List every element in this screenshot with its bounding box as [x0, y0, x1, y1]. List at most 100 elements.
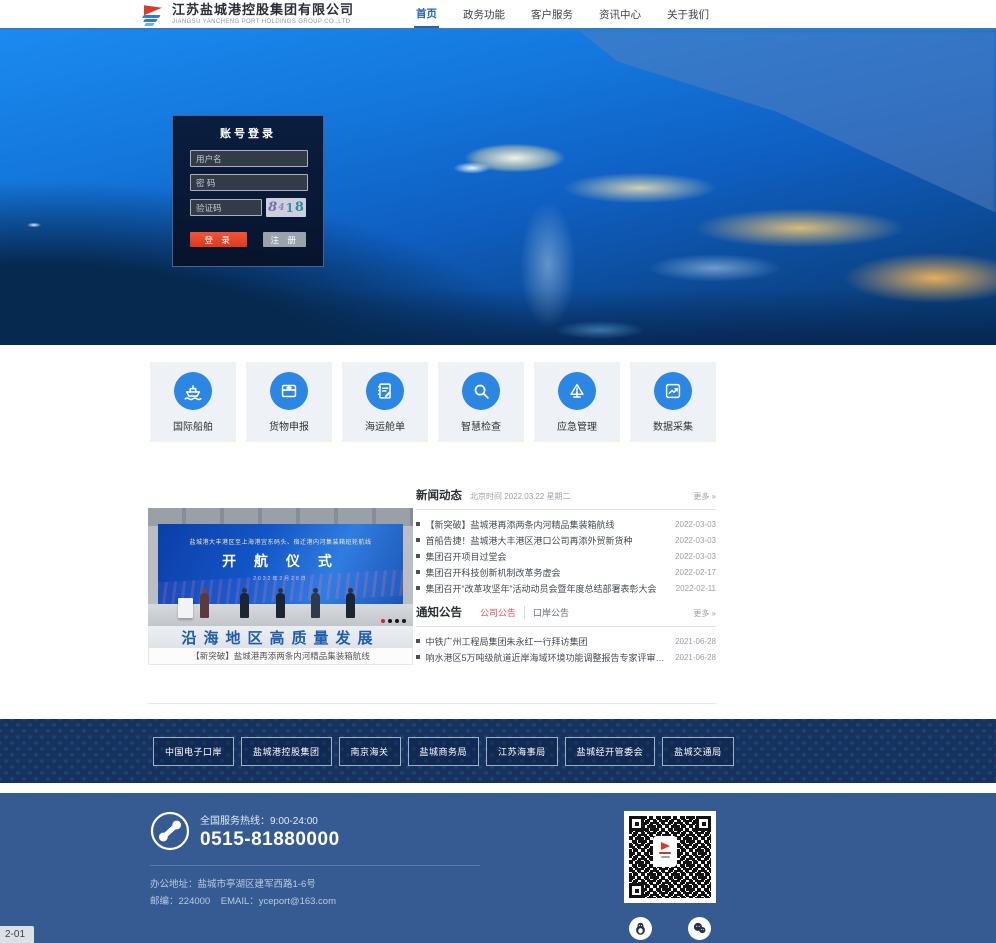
news-more-link[interactable]: 更多 » [693, 491, 716, 502]
captcha-digit: 8 [268, 200, 277, 215]
carousel-dot[interactable] [402, 619, 406, 623]
link-yancheng-edz-committee[interactable]: 盐城经开管委会 [565, 737, 656, 766]
postal-email-line: 邮编：224000 EMAIL：yceport@163.com [150, 893, 480, 910]
carousel-dot[interactable] [381, 619, 385, 623]
news-list-item[interactable]: 集团召开科技创新机制改革务虚会2022-02-17 [416, 564, 716, 580]
corner-badge: 2-01 [0, 926, 34, 943]
news-list-item[interactable]: 首船告捷！盐城港大丰港区港口公司再添外贸新货种2022-03-03 [416, 532, 716, 548]
nav-item-news-center[interactable]: 资讯中心 [597, 1, 643, 27]
sail-logo-icon [140, 3, 166, 25]
carousel-dots [381, 619, 406, 623]
slide-ceremony-title: 开 航 仪 式 [158, 551, 403, 571]
service-label: 货物申报 [269, 418, 309, 433]
postal-code: 邮编：224000 [150, 896, 210, 907]
carousel-slide-image[interactable]: 盐城港大丰港区至上海港宜东码头、宿迁港内河集装箱班轮航线 开 航 仪 式 202… [148, 508, 413, 648]
service-label: 海运舱单 [365, 418, 405, 433]
qr-center-logo [655, 838, 675, 865]
container-icon [270, 372, 308, 410]
notices-list: 中铁广州工程局集团朱永红一行拜访集团2021-06-28 响水港区5万吨级航道近… [416, 627, 716, 667]
qr-code [624, 811, 716, 903]
service-label: 智慧检查 [461, 418, 501, 433]
hero-banner: 账号登录 8 4 1 8 登 录 注 册 [0, 30, 996, 345]
service-card-data-collection[interactable]: 数据采集 [630, 362, 716, 442]
service-card-sea-manifest[interactable]: 海运舱单 [342, 362, 428, 442]
notice-list-item[interactable]: 响水港区5万吨级航道近岸海域环境功能调整报告专家评审会在南京顺利召开2021-0… [416, 649, 716, 665]
slide-bottom-banner: 沿海地区高质量发展 [148, 626, 413, 648]
phone-icon [150, 811, 190, 851]
company-name-en: JIANGSU YANCHENG PORT HOLDINGS GROUP CO.… [172, 19, 354, 25]
login-button[interactable]: 登 录 [190, 232, 247, 247]
service-card-smart-inspection[interactable]: 智慧检查 [438, 362, 524, 442]
notices-title: 通知公告 [416, 604, 462, 620]
hotline-number: 0515-81880000 [200, 829, 340, 851]
login-buttons: 登 录 注 册 [190, 232, 306, 247]
footer-contact: 全国服务热线：9:00-24:00 0515-81880000 办公地址：盐城市… [150, 811, 480, 940]
ship-icon [174, 372, 212, 410]
carousel-dot[interactable] [388, 619, 392, 623]
footer-qr-area [624, 811, 716, 940]
captcha-input[interactable] [190, 199, 262, 216]
wechat-icon[interactable] [688, 917, 711, 940]
nav-item-home[interactable]: 首页 [414, 0, 439, 28]
nav-item-customer-service[interactable]: 客户服务 [529, 1, 575, 27]
main-nav: 首页 政务功能 客户服务 资讯中心 关于我们 [414, 0, 711, 28]
company-logo[interactable]: 江苏盐城港控股集团有限公司 JIANGSU YANCHENG PORT HOLD… [140, 3, 354, 25]
logo-text: 江苏盐城港控股集团有限公司 JIANGSU YANCHENG PORT HOLD… [172, 4, 354, 25]
notices-header: 通知公告 公司公告 口岸公告 更多 » [416, 604, 716, 627]
chart-icon [654, 372, 692, 410]
news-carousel: 盐城港大丰港区至上海港宜东码头、宿迁港内河集装箱班轮航线 开 航 仪 式 202… [148, 487, 413, 667]
news-header: 新闻动态 北京时间 2022.03.22 星期二 更多 » [416, 487, 716, 510]
footer-divider [150, 865, 480, 866]
carousel-caption[interactable]: 【新突破】盐城港再添两条内河精品集装箱航线 [148, 648, 413, 665]
service-label: 应急管理 [557, 418, 597, 433]
nav-item-about-us[interactable]: 关于我们 [665, 1, 711, 27]
link-yancheng-port-group[interactable]: 盐城港控股集团 [241, 737, 332, 766]
service-card-cargo-declaration[interactable]: 货物申报 [246, 362, 332, 442]
notices-more-link[interactable]: 更多 » [693, 608, 716, 619]
office-address: 办公地址：盐城市亭湖区建军西路1-6号 [150, 876, 480, 893]
partner-links-band: 中国电子口岸 盐城港控股集团 南京海关 盐城商务局 江苏海事局 盐城经开管委会 … [0, 719, 996, 783]
manifest-document-icon [366, 372, 404, 410]
service-card-international-ships[interactable]: 国际船舶 [150, 362, 236, 442]
news-section: 盐城港大丰港区至上海港宜东码头、宿迁港内河集装箱班轮航线 开 航 仪 式 202… [148, 487, 716, 704]
news-list-item[interactable]: 集团召开项目过堂会2022-03-03 [416, 548, 716, 564]
partner-links: 中国电子口岸 盐城港控股集团 南京海关 盐城商务局 江苏海事局 盐城经开管委会 … [153, 737, 734, 766]
nav-item-gov-functions[interactable]: 政务功能 [461, 1, 507, 27]
link-yancheng-transport-bureau[interactable]: 盐城交通局 [662, 737, 734, 766]
news-list-item[interactable]: 【新突破】盐城港再添两条内河精品集装箱航线2022-03-03 [416, 516, 716, 532]
email-address: EMAIL：yceport@163.com [221, 896, 336, 907]
link-yancheng-commerce-bureau[interactable]: 盐城商务局 [408, 737, 480, 766]
password-input[interactable] [190, 174, 308, 191]
tab-company-notices[interactable]: 公司公告 [472, 606, 524, 619]
podium [178, 598, 193, 618]
hotline-label: 全国服务热线：9:00-24:00 [200, 812, 340, 827]
slide-route-text: 盐城港大丰港区至上海港宜东码头、宿迁港内河集装箱班轮航线 [158, 537, 403, 546]
social-icons [624, 917, 716, 940]
notice-tabs: 公司公告 口岸公告 [472, 606, 577, 619]
news-title: 新闻动态 [416, 487, 462, 503]
news-lists: 新闻动态 北京时间 2022.03.22 星期二 更多 » 【新突破】盐城港再添… [416, 487, 716, 667]
news-list: 【新突破】盐城港再添两条内河精品集装箱航线2022-03-03 首船告捷！盐城港… [416, 510, 716, 598]
register-button[interactable]: 注 册 [263, 232, 306, 247]
username-input[interactable] [190, 150, 308, 167]
hero-photo-city-lights [0, 30, 996, 345]
link-china-eport[interactable]: 中国电子口岸 [153, 737, 234, 766]
header: 江苏盐城港控股集团有限公司 JIANGSU YANCHENG PORT HOLD… [0, 0, 996, 30]
login-title: 账号登录 [190, 125, 306, 141]
tab-port-notices[interactable]: 口岸公告 [524, 606, 577, 619]
news-list-item[interactable]: 集团召开“改革攻坚年”活动动员会暨年度总结部署表彰大会2022-02-11 [416, 580, 716, 596]
qq-icon[interactable] [629, 917, 652, 940]
magnifier-icon [462, 372, 500, 410]
captcha-digit: 4 [278, 203, 284, 213]
captcha-image[interactable]: 8 4 1 8 [266, 198, 306, 217]
captcha-digit: 1 [285, 201, 293, 215]
service-card-emergency-management[interactable]: 应急管理 [534, 362, 620, 442]
service-label: 国际船舶 [173, 418, 213, 433]
notice-list-item[interactable]: 中铁广州工程局集团朱永红一行拜访集团2021-06-28 [416, 633, 716, 649]
carousel-dot[interactable] [395, 619, 399, 623]
service-label: 数据采集 [653, 418, 693, 433]
beijing-time: 北京时间 2022.03.22 星期二 [470, 491, 570, 502]
link-jiangsu-maritime-bureau[interactable]: 江苏海事局 [486, 737, 558, 766]
link-nanjing-customs[interactable]: 南京海关 [339, 737, 401, 766]
company-name: 江苏盐城港控股集团有限公司 [172, 4, 354, 17]
